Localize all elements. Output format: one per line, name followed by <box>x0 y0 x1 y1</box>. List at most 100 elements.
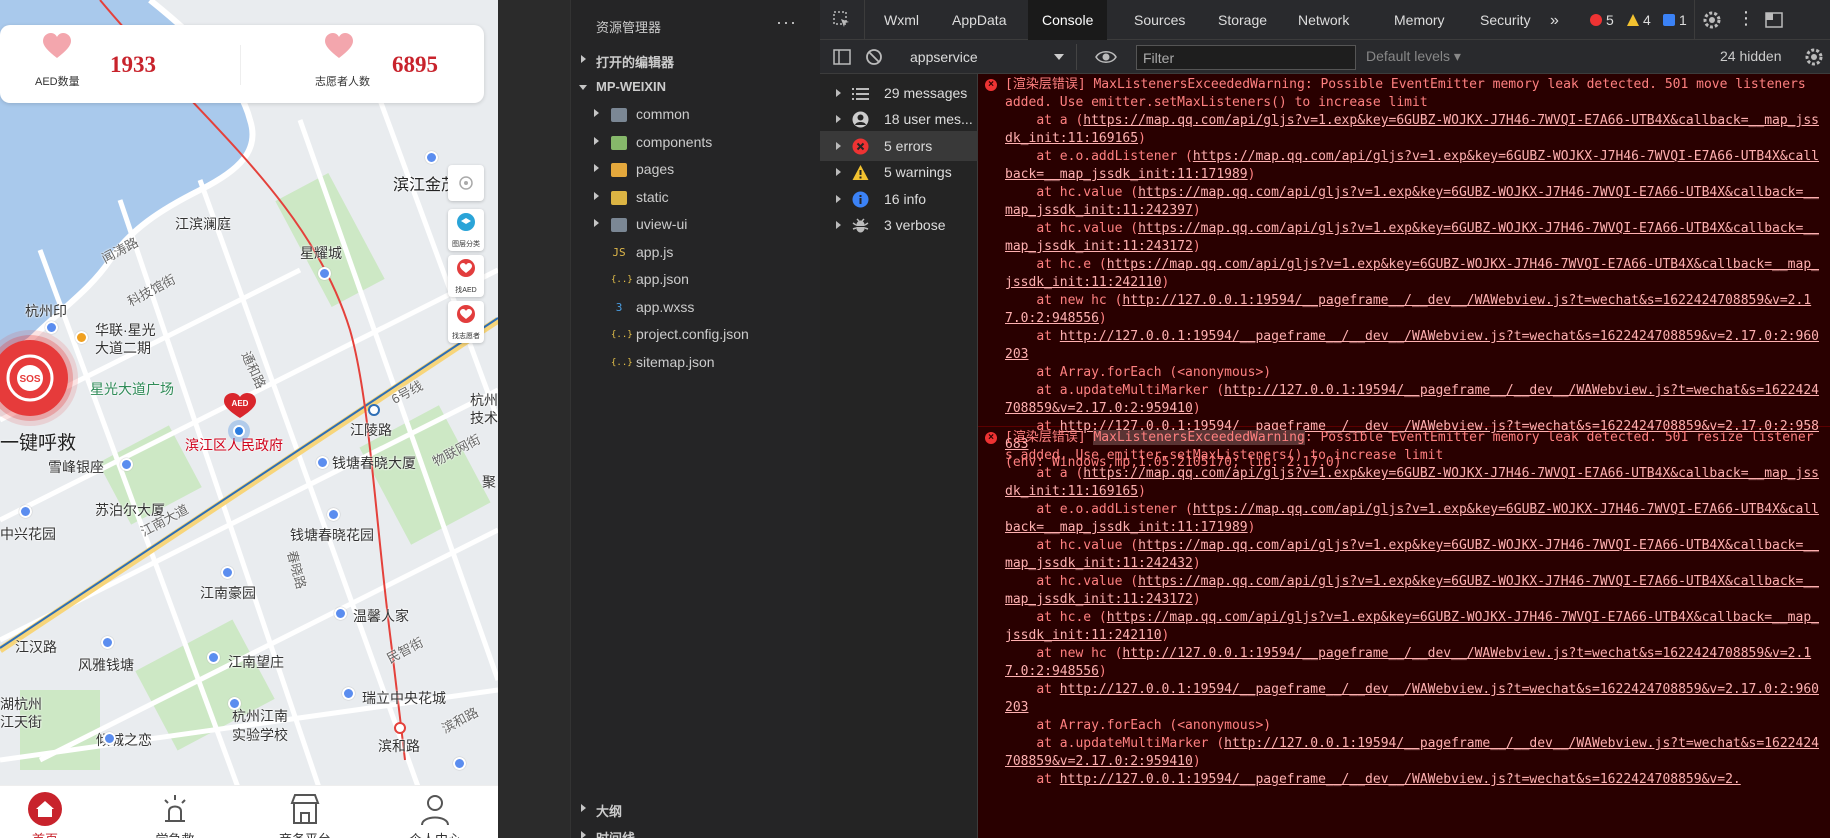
stack-frame-link[interactable]: https://map.qq.com/api/gljs?v=1.exp&key=… <box>1005 257 1819 290</box>
sos-button[interactable]: SOS <box>0 340 68 416</box>
map-place-label[interactable]: 聚 <box>482 472 496 492</box>
poi-marker[interactable] <box>45 321 58 334</box>
warning-counter[interactable]: 4 <box>1627 12 1651 28</box>
tab-network[interactable]: Network <box>1284 0 1363 40</box>
map-place-label[interactable]: 华联·星光 <box>95 320 156 340</box>
tab-sources[interactable]: Sources <box>1120 0 1199 40</box>
map-place-label[interactable]: 江滨澜庭 <box>175 214 231 234</box>
more-tabs-button[interactable]: » <box>1550 12 1559 30</box>
console-settings-icon[interactable] <box>1804 47 1824 67</box>
poi-marker[interactable] <box>103 732 116 745</box>
map-place-label[interactable]: 杭州江南 <box>232 706 288 726</box>
layer-category-button[interactable]: 图层分类 <box>448 209 484 251</box>
map-place-label[interactable]: 雪峰银座 <box>48 457 104 477</box>
info-counter[interactable]: 1 <box>1663 12 1687 28</box>
map-place-label[interactable]: 滨和路 <box>378 736 420 756</box>
poi-marker[interactable] <box>453 757 466 770</box>
error-counter[interactable]: 5 <box>1590 12 1614 28</box>
stack-frame-link[interactable]: http://127.0.0.1:19594/__pageframe__/__d… <box>1005 329 1819 362</box>
stack-frame-link[interactable]: http://127.0.0.1:19594/__pageframe__/__d… <box>1005 646 1811 679</box>
stack-frame-link[interactable]: http://127.0.0.1:19594/__pageframe__/__d… <box>1005 682 1819 715</box>
project-root[interactable]: MP-WEIXIN <box>571 75 821 102</box>
map-place-label[interactable]: 杭州 <box>470 390 498 410</box>
aed-marker-icon[interactable]: AED <box>223 393 257 419</box>
settings-gear-icon[interactable] <box>1702 10 1722 30</box>
map-place-label[interactable]: 杭州印 <box>25 301 67 321</box>
map-place-label[interactable]: 江南望庄 <box>228 652 284 672</box>
map-place-label[interactable]: 江南豪园 <box>200 583 256 603</box>
map-place-label[interactable]: 风雅钱塘 <box>78 655 134 675</box>
tab-appdata[interactable]: AppData <box>938 0 1020 40</box>
stack-frame-link[interactable]: https://map.qq.com/api/gljs?v=1.exp&key=… <box>1005 113 1819 146</box>
dock-side-icon[interactable] <box>1764 10 1784 30</box>
poi-marker[interactable] <box>221 566 234 579</box>
toggle-sidebar-icon[interactable] <box>832 47 852 67</box>
map-place-label[interactable]: 温馨人家 <box>353 606 409 626</box>
map-place-label[interactable]: 湖杭州 <box>0 694 42 714</box>
console-filter-input[interactable] <box>1136 45 1356 70</box>
eye-icon[interactable] <box>1095 47 1117 67</box>
file-item[interactable]: JS app.js <box>571 240 821 267</box>
tab-profile[interactable]: 个人中心 <box>380 786 490 838</box>
find-volunteer-button[interactable]: 找志愿者 <box>448 301 484 343</box>
console-error-message[interactable]: × [渲染层错误] MaxListenersExceededWarning: Po… <box>978 427 1830 838</box>
outline-section[interactable]: 大纲 <box>571 797 821 824</box>
timeline-section[interactable]: 时间线 <box>571 824 821 838</box>
map-place-label[interactable]: 江汉路 <box>15 637 57 657</box>
poi-marker[interactable] <box>19 505 32 518</box>
tab-storage[interactable]: Storage <box>1204 0 1281 40</box>
poi-marker[interactable] <box>75 331 88 344</box>
file-item[interactable]: {..} project.config.json <box>571 322 821 349</box>
kebab-menu-icon[interactable]: ⋮ <box>1737 8 1755 29</box>
folder-item[interactable]: common <box>571 102 821 129</box>
poi-marker[interactable] <box>342 687 355 700</box>
console-error-message[interactable]: × [渲染层错误] MaxListenersExceededWarning: Po… <box>978 74 1830 470</box>
file-item[interactable]: 3 app.wxss <box>571 295 821 322</box>
map-place-label[interactable]: 钱塘春晓大厦 <box>332 453 416 473</box>
poi-marker[interactable] <box>207 651 220 664</box>
stack-frame-link[interactable]: https://map.qq.com/api/gljs?v=1.exp&key=… <box>1005 610 1819 643</box>
map-place-label[interactable]: 技术 <box>470 408 498 428</box>
file-item[interactable]: {..} app.json <box>571 267 821 294</box>
poi-marker[interactable] <box>318 267 331 280</box>
poi-marker[interactable] <box>101 636 114 649</box>
map-place-label[interactable]: 瑞立中央花城 <box>362 688 446 708</box>
map-place-label[interactable]: 江陵路 <box>350 420 392 440</box>
find-aed-button[interactable]: 找AED <box>448 255 484 297</box>
folder-item[interactable]: components <box>571 130 821 157</box>
tab-console[interactable]: Console <box>1028 0 1108 40</box>
clear-console-icon[interactable] <box>864 47 884 67</box>
map-place-label[interactable]: 大道二期 <box>95 338 151 358</box>
poi-marker[interactable] <box>425 151 438 164</box>
tab-memory[interactable]: Memory <box>1380 0 1459 40</box>
file-item[interactable]: {..} sitemap.json <box>571 350 821 377</box>
folder-item[interactable]: static <box>571 185 821 212</box>
map-place-label[interactable]: 钱塘春晓花园 <box>290 525 374 545</box>
tab-business-platform[interactable]: 商务平台 <box>250 786 360 838</box>
map-place-label[interactable]: 江天街 <box>0 712 42 732</box>
poi-marker[interactable] <box>334 607 347 620</box>
execution-context-select[interactable]: appservice <box>897 44 1077 70</box>
poi-marker[interactable] <box>120 458 133 471</box>
map-place-label[interactable]: 中兴花园 <box>0 524 56 544</box>
open-editors-section[interactable]: 打开的编辑器 <box>571 48 821 75</box>
tab-security[interactable]: Security <box>1466 0 1545 40</box>
locate-button[interactable] <box>448 165 484 201</box>
stack-frame-link[interactable]: http://127.0.0.1:19594/__pageframe__/__d… <box>1005 293 1811 326</box>
folder-item[interactable]: uview-ui <box>571 212 821 239</box>
inspect-element-icon[interactable] <box>832 10 852 30</box>
tab-home[interactable]: 首页 <box>0 786 100 838</box>
poi-marker[interactable] <box>316 456 329 469</box>
sidebar-filter-bug[interactable]: 3 verbose <box>820 210 978 240</box>
tab-learn-first-aid[interactable]: 学急救 <box>120 786 230 838</box>
folder-item[interactable]: pages <box>571 157 821 184</box>
stack-frame-link[interactable]: http://127.0.0.1:19594/__pageframe__/__d… <box>1060 772 1741 787</box>
tab-wxml[interactable]: Wxml <box>870 0 933 40</box>
poi-marker[interactable] <box>228 697 241 710</box>
log-levels-dropdown[interactable]: Default levels ▾ <box>1366 48 1461 65</box>
map-place-label[interactable]: 实验学校 <box>232 725 288 745</box>
stack-frame-link[interactable]: https://map.qq.com/api/gljs?v=1.exp&key=… <box>1005 466 1819 499</box>
map-place-label[interactable]: 星光大道广场 <box>90 379 174 399</box>
more-actions-button[interactable]: ··· <box>776 12 797 33</box>
poi-marker[interactable] <box>327 508 340 521</box>
